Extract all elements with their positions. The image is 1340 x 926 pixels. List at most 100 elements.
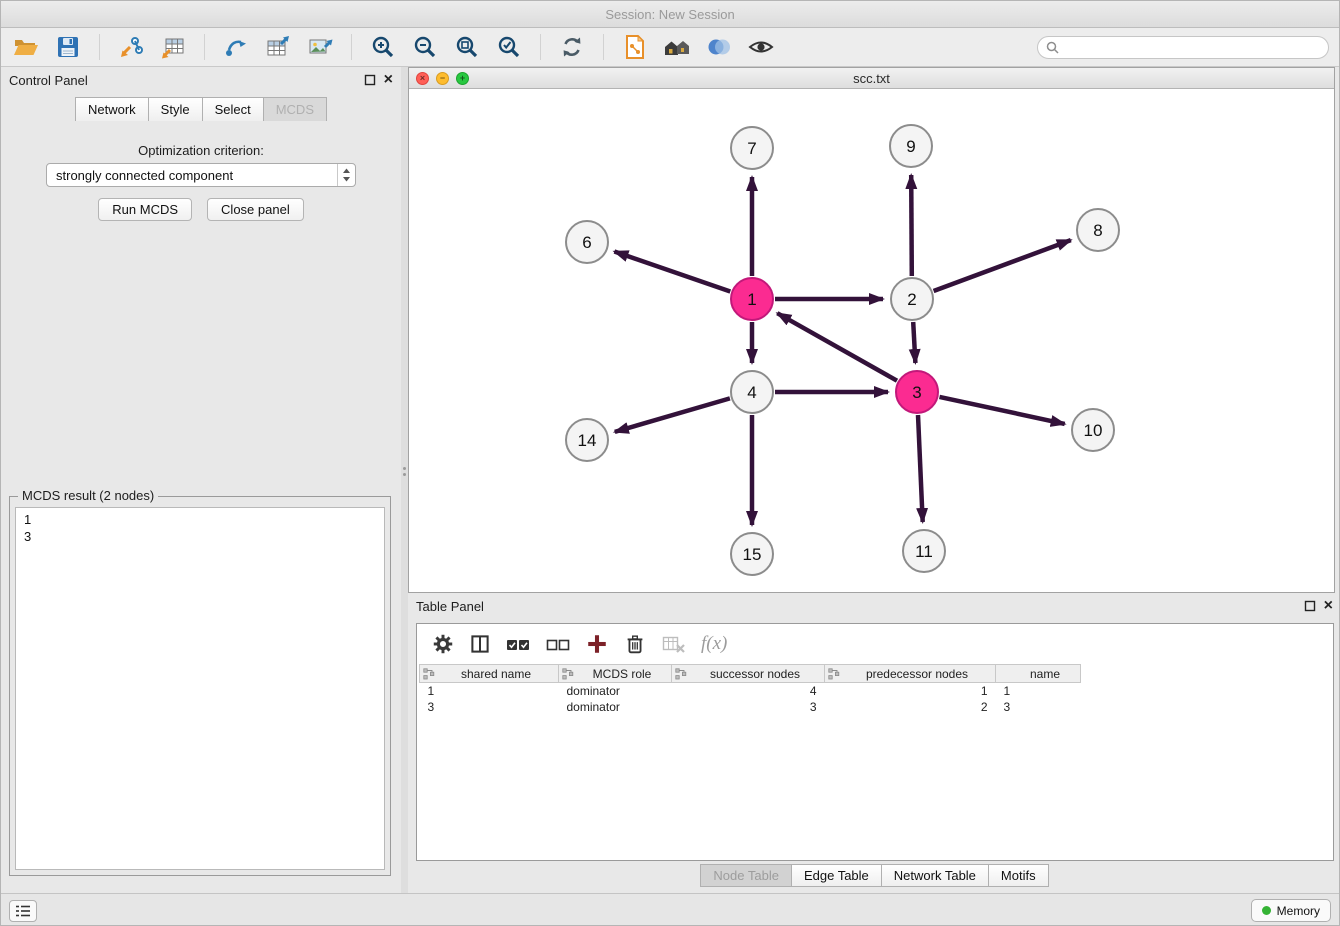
table-row[interactable]: 3dominator323 [420,699,1081,715]
gear-icon [431,632,455,656]
table-cell[interactable]: 3 [996,699,1081,715]
table-panel: Table Panel × [408,593,1340,893]
tab-select[interactable]: Select [203,97,264,121]
network-window-title: scc.txt [409,71,1334,86]
function-builder-button[interactable]: f(x) [701,633,727,655]
zoom-fit-button[interactable] [450,31,484,63]
graph-edge[interactable] [777,313,897,381]
eye-icon [748,34,774,60]
table-cell[interactable]: 4 [672,683,825,699]
export-table-button[interactable] [261,31,295,63]
zoom-out-button[interactable] [408,31,442,63]
memory-status-icon [1262,906,1271,915]
table-cell[interactable]: 3 [420,699,559,715]
run-mcds-button[interactable]: Run MCDS [98,198,192,221]
tab-node-table[interactable]: Node Table [700,864,792,887]
show-all-columns-button[interactable] [505,633,531,655]
tab-network[interactable]: Network [75,97,149,121]
graph-node[interactable]: 1 [731,278,773,320]
column-header-predecessor-nodes[interactable]: predecessor nodes [825,665,996,683]
hide-all-columns-button[interactable] [545,633,571,655]
column-header-shared-name[interactable]: shared name [420,665,559,683]
float-table-panel-icon[interactable] [1304,600,1316,612]
table-cell[interactable]: 1 [825,683,996,699]
close-panel-icon[interactable]: × [384,73,393,87]
close-table-panel-icon[interactable]: × [1324,599,1333,613]
export-image-button[interactable] [303,31,337,63]
memory-button[interactable]: Memory [1251,899,1331,922]
criterion-select[interactable]: strongly connected component [46,163,356,187]
import-network-button[interactable] [114,31,148,63]
sort-icon [562,668,574,683]
graph-canvas[interactable]: 7 9 6 8 1 2 4 3 14 10 15 11 [409,89,1334,592]
tab-style[interactable]: Style [149,97,203,121]
graph-node-label: 15 [743,545,762,564]
main-area: Control Panel × Network Style Select MCD… [1,67,1340,893]
graph-edge[interactable] [940,397,1065,424]
graph-node[interactable]: 14 [566,419,608,461]
graph-edge[interactable] [913,322,915,363]
table-cell[interactable]: 2 [825,699,996,715]
first-neighbors-icon [622,34,648,60]
open-session-button[interactable] [9,31,43,63]
graph-edge[interactable] [918,415,923,522]
titlebar: Session: New Session [1,1,1339,28]
graph-edge[interactable] [911,175,912,276]
table-cell[interactable]: 1 [420,683,559,699]
tab-network-table[interactable]: Network Table [882,864,989,887]
create-column-button[interactable] [585,632,609,656]
delete-table-button[interactable] [661,633,687,655]
column-header-mcds-role[interactable]: MCDS role [559,665,672,683]
graph-node[interactable]: 4 [731,371,773,413]
table-cell[interactable]: dominator [559,683,672,699]
toolbar-separator [204,34,205,60]
table-cell[interactable]: 3 [672,699,825,715]
style-button[interactable] [702,31,736,63]
export-network-button[interactable] [219,31,253,63]
refresh-button[interactable] [555,31,589,63]
control-panel-tabs: Network Style Select MCDS [1,97,401,121]
layout-button[interactable] [660,31,694,63]
graph-edge[interactable] [614,252,730,292]
panel-splitter[interactable] [401,67,408,893]
select-columns-button[interactable] [469,633,491,655]
network-window-titlebar[interactable]: scc.txt × − + [409,68,1334,89]
table-row[interactable]: 1dominator411 [420,683,1081,699]
delete-column-button[interactable] [623,632,647,656]
zoom-fit-icon [454,34,480,60]
graph-edge[interactable] [615,398,730,432]
graph-node[interactable]: 15 [731,533,773,575]
graph-node[interactable]: 7 [731,127,773,169]
graph-node[interactable]: 10 [1072,409,1114,451]
column-header-successor-nodes[interactable]: successor nodes [672,665,825,683]
zoom-in-button[interactable] [366,31,400,63]
first-neighbors-button[interactable] [618,31,652,63]
tab-motifs[interactable]: Motifs [989,864,1049,887]
tab-edge-table[interactable]: Edge Table [792,864,882,887]
table-settings-button[interactable] [431,632,455,656]
show-hide-button[interactable] [744,31,778,63]
tab-mcds[interactable]: MCDS [264,97,327,121]
table-cell[interactable]: 1 [996,683,1081,699]
mcds-result-text: 1 3 [16,508,384,548]
toolbar-separator [351,34,352,60]
graph-node[interactable]: 2 [891,278,933,320]
graph-node[interactable]: 8 [1077,209,1119,251]
search-input[interactable] [1064,41,1328,55]
close-panel-button[interactable]: Close panel [207,198,304,221]
graph-edge[interactable] [934,240,1071,291]
import-table-button[interactable] [156,31,190,63]
graph-node[interactable]: 9 [890,125,932,167]
status-menu-button[interactable] [9,900,37,922]
graph-node[interactable]: 6 [566,221,608,263]
table-cell[interactable]: dominator [559,699,672,715]
graph-node[interactable]: 3 [896,371,938,413]
float-panel-icon[interactable] [364,74,376,86]
mcds-result-area[interactable]: 1 3 [15,507,385,870]
column-header-name[interactable]: name [996,665,1081,683]
control-panel-title: Control Panel [9,73,88,88]
zoom-selected-button[interactable] [492,31,526,63]
graph-node[interactable]: 11 [903,530,945,572]
network-window: scc.txt × − + 7 9 6 8 1 2 4 3 14 10 15 11 [408,67,1335,593]
save-session-button[interactable] [51,31,85,63]
